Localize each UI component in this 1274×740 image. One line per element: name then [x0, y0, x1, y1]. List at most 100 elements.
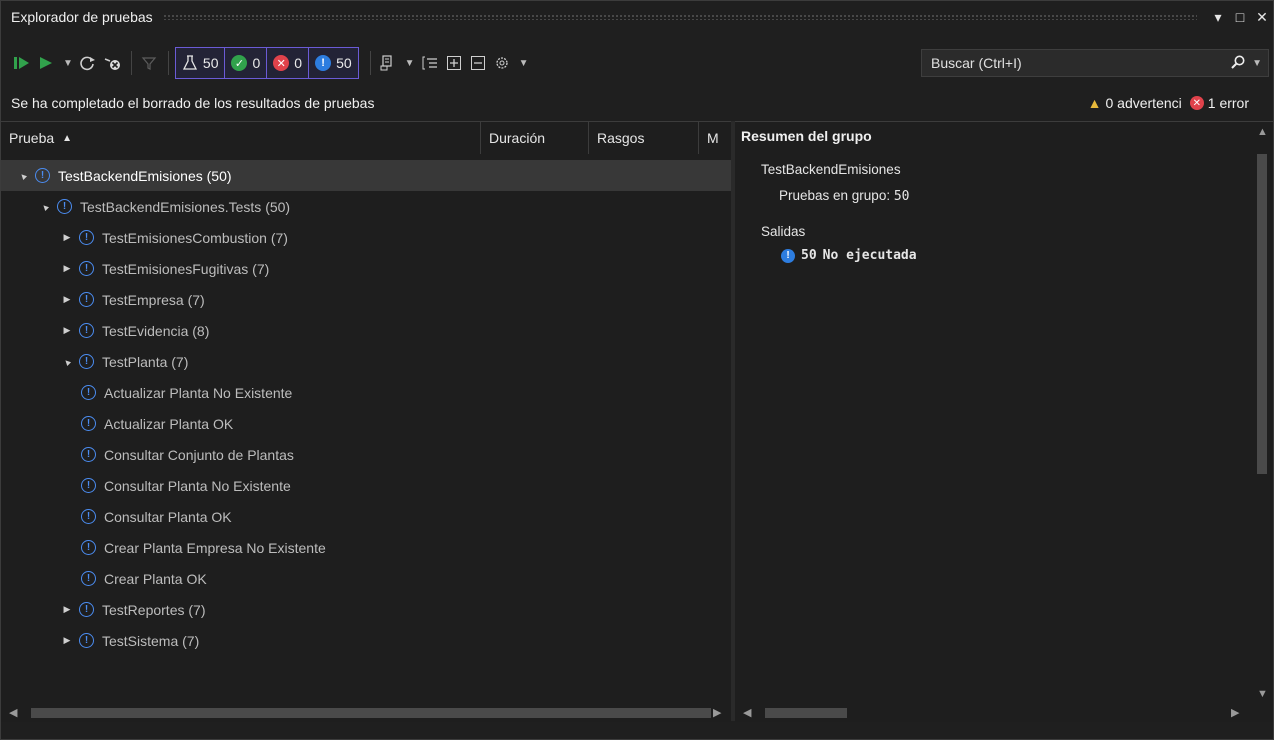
not-run-status-icon: ! — [57, 199, 72, 214]
run-dropdown-icon[interactable]: ▼ — [63, 58, 73, 69]
test-tree: ▲! TestBackendEmisiones (50) ▲! TestBackend… — [1, 160, 731, 656]
test-tree-row[interactable]: ! Crear Planta OK — [1, 563, 731, 594]
status-counts[interactable]: ▲ 0 advertenci ✕ 1 error — [1088, 95, 1273, 111]
test-tree-label: Consultar Planta No Existente — [104, 477, 291, 494]
collapse-node-icon[interactable]: ▲ — [15, 168, 31, 184]
not-run-status-icon: ! — [79, 602, 94, 617]
not-run-tests-count: 50 — [336, 55, 352, 71]
status-line: Se ha completado el borrado de los resul… — [1, 89, 1273, 117]
toolbar: ▼ 50 ✓ 0 ✕ 0 ! 50 ▼ ▼ Buscar (Ctrl+I) ▼ — [1, 45, 1273, 81]
tests-in-group-value: 50 — [893, 189, 910, 204]
column-header-traits[interactable]: Rasgos — [589, 122, 699, 154]
scroll-right-icon[interactable]: ▶ — [713, 706, 721, 719]
expand-all-icon[interactable] — [443, 49, 465, 77]
scrollbar-thumb[interactable] — [31, 708, 711, 718]
column-m-label: M — [707, 130, 719, 146]
scroll-down-icon[interactable]: ▼ — [1257, 688, 1268, 700]
test-tree-row[interactable]: ▶! TestEvidencia (8) — [1, 315, 731, 346]
test-tree-row[interactable]: ! Consultar Planta OK — [1, 501, 731, 532]
not-run-status-icon: ! — [81, 571, 96, 586]
test-tree-label: TestPlanta (7) — [102, 353, 189, 370]
test-tree-label: Consultar Conjunto de Plantas — [104, 446, 294, 463]
right-vertical-scrollbar[interactable]: ▲ ▼ — [1251, 122, 1273, 704]
playlist-icon[interactable] — [377, 49, 399, 77]
not-run-status-icon: ! — [79, 292, 94, 307]
scroll-left-icon[interactable]: ◀ — [743, 706, 751, 719]
expand-node-icon[interactable]: ▶ — [61, 232, 73, 243]
scrollbar-thumb[interactable] — [1257, 154, 1267, 474]
run-all-icon[interactable] — [11, 49, 33, 77]
close-icon[interactable]: ✕ — [1251, 9, 1273, 26]
run-icon[interactable] — [35, 49, 57, 77]
expand-node-icon[interactable]: ▶ — [61, 263, 73, 274]
check-circle-icon: ✓ — [231, 55, 248, 71]
test-tree-row[interactable]: ! Actualizar Planta No Existente — [1, 377, 731, 408]
test-tree-row[interactable]: ▲! TestPlanta (7) — [1, 346, 731, 377]
test-tree-row[interactable]: ! Actualizar Planta OK — [1, 408, 731, 439]
maximize-icon[interactable]: □ — [1229, 9, 1251, 25]
dropdown-icon[interactable]: ▾ — [1207, 9, 1229, 26]
collapse-node-icon[interactable]: ▲ — [59, 354, 75, 370]
toolbar-separator — [167, 51, 169, 75]
rerun-icon[interactable] — [77, 49, 99, 77]
expand-node-icon[interactable]: ▶ — [61, 294, 73, 305]
not-run-status-icon: ! — [79, 323, 94, 338]
test-tree-row[interactable]: ▶! TestEmpresa (7) — [1, 284, 731, 315]
test-tree-row[interactable]: ▲! TestBackendEmisiones.Tests (50) — [1, 191, 731, 222]
group-by-icon[interactable] — [419, 49, 441, 77]
test-tree-label: Crear Planta OK — [104, 570, 207, 587]
not-run-status-icon: ! — [79, 230, 94, 245]
title-grip[interactable] — [162, 14, 1197, 20]
failed-tests-counter[interactable]: ✕ 0 — [266, 47, 310, 79]
total-tests-count: 50 — [202, 55, 219, 71]
test-tree-label: Actualizar Planta OK — [104, 415, 234, 432]
collapse-all-icon[interactable] — [467, 49, 489, 77]
not-run-status-icon: ! — [35, 168, 50, 183]
test-tree-row[interactable]: ! Consultar Planta No Existente — [1, 470, 731, 501]
sort-ascending-icon: ▲ — [62, 132, 73, 144]
column-header-test[interactable]: Prueba ▲ — [1, 122, 481, 154]
test-tree-row[interactable]: ! Crear Planta Empresa No Existente — [1, 532, 731, 563]
search-input[interactable]: Buscar (Ctrl+I) — [922, 55, 1224, 71]
test-tree-label: Actualizar Planta No Existente — [104, 384, 293, 401]
info-circle-icon: ! — [781, 248, 795, 263]
test-tree-row[interactable]: ▶! TestReportes (7) — [1, 594, 731, 625]
not-run-status-icon: ! — [79, 261, 94, 276]
column-test-label: Prueba — [9, 130, 55, 146]
settings-dropdown-icon[interactable]: ▼ — [519, 58, 529, 69]
test-tree-row[interactable]: ▶! TestEmisionesCombustion (7) — [1, 222, 731, 253]
summary-outputs-label: Salidas — [761, 224, 806, 239]
left-horizontal-scrollbar[interactable]: ◀ ▶ — [1, 704, 731, 722]
status-message: Se ha completado el borrado de los resul… — [11, 95, 375, 111]
passed-tests-counter[interactable]: ✓ 0 — [224, 47, 268, 79]
not-run-status-icon: ! — [79, 354, 94, 369]
cancel-run-icon[interactable] — [101, 49, 123, 77]
test-tree-row[interactable]: ▲! TestBackendEmisiones (50) — [1, 160, 731, 191]
summary-not-run: ! 50 No ejecutada — [781, 248, 917, 263]
test-tree-row[interactable]: ▶! TestEmisionesFugitivas (7) — [1, 253, 731, 284]
playlist-dropdown-icon[interactable]: ▼ — [405, 58, 415, 69]
test-tree-label: TestReportes (7) — [102, 601, 206, 618]
test-tree-row[interactable]: ▶! TestSistema (7) — [1, 625, 731, 656]
column-header-m[interactable]: M — [699, 122, 731, 154]
column-header-duration[interactable]: Duración — [481, 122, 589, 154]
info-circle-icon: ! — [315, 55, 332, 71]
settings-gear-icon[interactable] — [491, 49, 513, 77]
expand-node-icon[interactable]: ▶ — [61, 635, 73, 646]
scroll-right-icon[interactable]: ▶ — [1231, 706, 1239, 719]
test-tree-label: Consultar Planta OK — [104, 508, 232, 525]
search-icon[interactable] — [1224, 54, 1252, 73]
search-box[interactable]: Buscar (Ctrl+I) ▼ — [921, 49, 1269, 77]
filter-icon[interactable] — [138, 49, 160, 77]
right-horizontal-scrollbar[interactable]: ◀ ▶ — [735, 704, 1273, 722]
scrollbar-thumb[interactable] — [765, 708, 847, 718]
search-options-icon[interactable]: ▼ — [1252, 58, 1262, 69]
total-tests-counter[interactable]: 50 — [174, 47, 226, 79]
expand-node-icon[interactable]: ▶ — [61, 325, 73, 336]
scroll-up-icon[interactable]: ▲ — [1257, 126, 1268, 138]
test-tree-row[interactable]: ! Consultar Conjunto de Plantas — [1, 439, 731, 470]
expand-node-icon[interactable]: ▶ — [61, 604, 73, 615]
collapse-node-icon[interactable]: ▲ — [37, 199, 53, 215]
not-run-tests-counter[interactable]: ! 50 — [308, 47, 359, 79]
scroll-left-icon[interactable]: ◀ — [9, 706, 17, 719]
